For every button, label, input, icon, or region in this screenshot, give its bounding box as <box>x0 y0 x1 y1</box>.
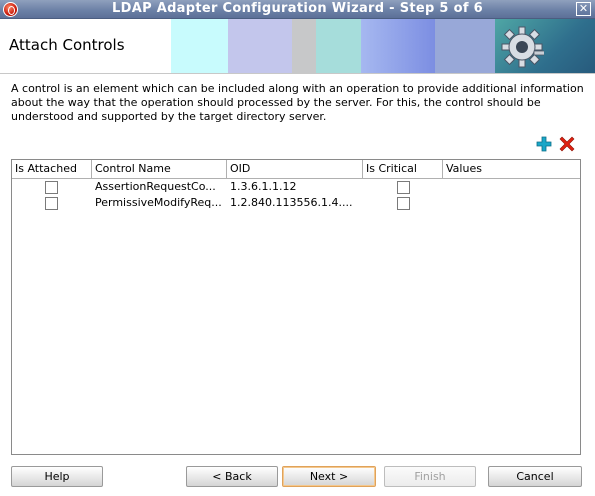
table-row[interactable]: AssertionRequestCo... 1.3.6.1.1.12 <box>12 179 580 195</box>
is-critical-cell <box>363 179 443 195</box>
description-text: A control is an element which can be inc… <box>11 82 584 123</box>
controls-table[interactable]: Is Attached Control Name OID Is Critical… <box>11 159 581 455</box>
column-header-values[interactable]: Values <box>443 160 580 178</box>
oid-cell: 1.2.840.113556.1.4.... <box>230 196 353 209</box>
control-name-cell: PermissiveModifyReq... <box>95 196 222 209</box>
is-attached-checkbox[interactable] <box>45 197 58 210</box>
control-name-cell: AssertionRequestCo... <box>95 180 216 193</box>
back-button[interactable]: < Back <box>186 466 278 487</box>
wizard-header: Attach Controls <box>0 19 595 74</box>
is-attached-cell <box>12 179 92 195</box>
window-title: LDAP Adapter Configuration Wizard - Step… <box>112 1 483 16</box>
next-button[interactable]: Next > <box>282 466 376 487</box>
header-band <box>435 19 495 73</box>
header-band <box>171 19 228 73</box>
is-critical-checkbox[interactable] <box>397 197 410 210</box>
is-critical-checkbox[interactable] <box>397 181 410 194</box>
help-button[interactable]: Help <box>11 466 103 487</box>
table-header: Is Attached Control Name OID Is Critical… <box>12 160 580 179</box>
page-title: Attach Controls <box>9 36 125 54</box>
is-attached-cell <box>12 195 92 211</box>
window-titlebar[interactable]: LDAP Adapter Configuration Wizard - Step… <box>0 0 595 19</box>
table-row[interactable]: PermissiveModifyReq... 1.2.840.113556.1.… <box>12 195 580 211</box>
column-header-is-attached[interactable]: Is Attached <box>12 160 92 178</box>
column-header-is-critical[interactable]: Is Critical <box>363 160 443 178</box>
add-icon[interactable] <box>536 136 552 152</box>
is-attached-checkbox[interactable] <box>45 181 58 194</box>
oid-cell: 1.3.6.1.1.12 <box>230 180 297 193</box>
column-header-oid[interactable]: OID <box>227 160 363 178</box>
gear-plug-icon <box>501 26 544 68</box>
header-band <box>292 19 316 73</box>
header-band <box>228 19 292 73</box>
header-band <box>316 19 361 73</box>
values-cell[interactable] <box>443 179 580 195</box>
remove-icon[interactable] <box>559 136 575 152</box>
close-button[interactable]: ✕ <box>576 2 591 16</box>
header-band <box>361 19 435 73</box>
finish-button[interactable]: Finish <box>384 466 476 487</box>
is-critical-cell <box>363 195 443 211</box>
column-header-control-name[interactable]: Control Name <box>92 160 227 178</box>
cancel-button[interactable]: Cancel <box>488 466 582 487</box>
values-cell[interactable] <box>443 195 580 211</box>
